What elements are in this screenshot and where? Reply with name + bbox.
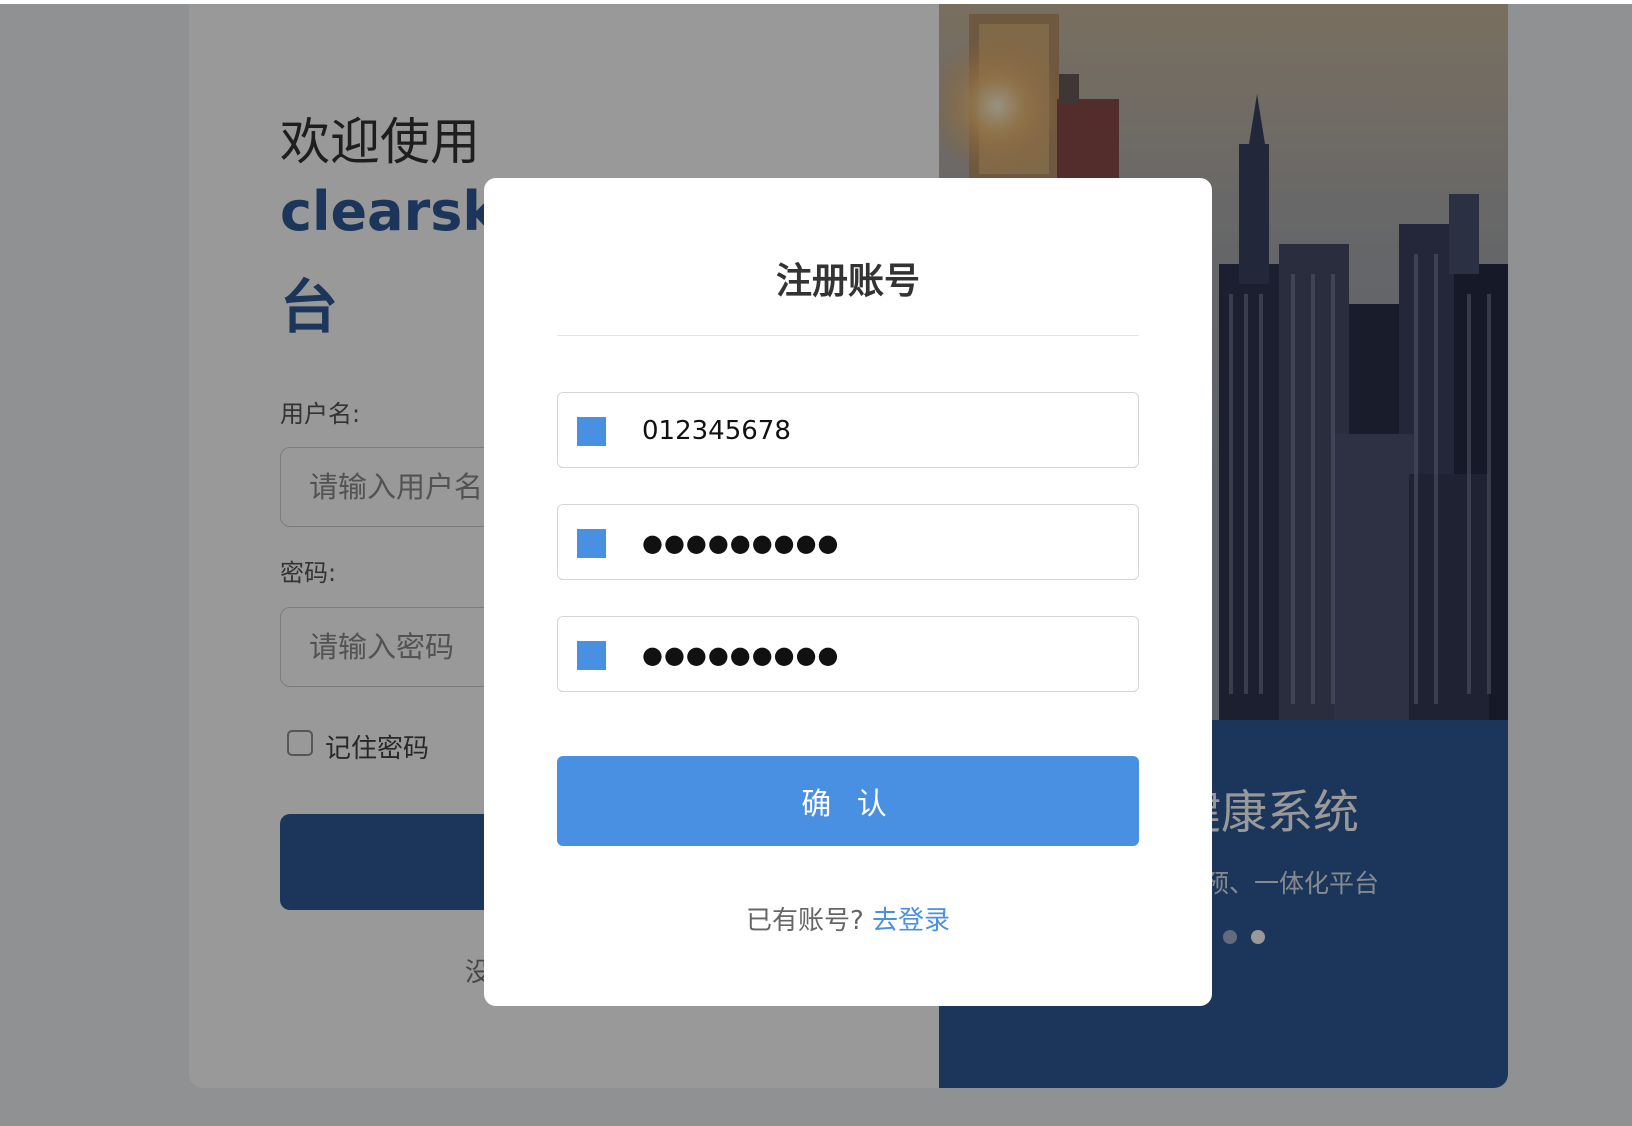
user-icon (577, 417, 606, 446)
window-top-edge (0, 0, 1632, 4)
modal-title: 注册账号 (775, 261, 920, 302)
confirm-password-value: ●●●●●●●●● (642, 641, 840, 669)
register-modal: 注册账号 012345678 ●●●●●●●●● ●●●●●●●●● 确 认 已… (484, 178, 1212, 1006)
password-value: ●●●●●●●●● (642, 529, 840, 557)
confirm-password-field[interactable]: ●●●●●●●●● (557, 616, 1139, 692)
modal-divider (557, 335, 1139, 336)
lock-icon (577, 641, 606, 670)
account-field[interactable]: 012345678 (557, 392, 1139, 468)
login-prompt: 已有账号? 去登录 (484, 900, 1212, 937)
password-field[interactable]: ●●●●●●●●● (557, 504, 1139, 580)
go-login-link[interactable]: 去登录 (872, 906, 950, 936)
account-value: 012345678 (642, 416, 791, 446)
confirm-button[interactable]: 确 认 (557, 756, 1139, 846)
lock-icon (577, 529, 606, 558)
has-account-text: 已有账号? (745, 906, 864, 936)
